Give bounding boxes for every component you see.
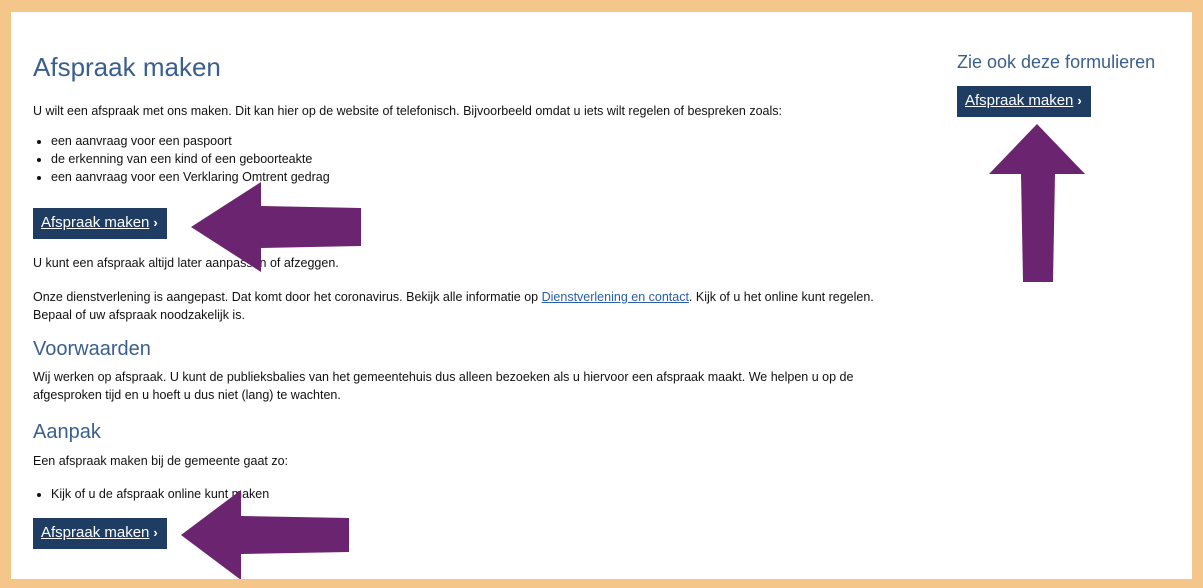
- approach-text: Een afspraak maken bij de gemeente gaat …: [33, 454, 289, 468]
- service-text-before: Onze dienstverlening is aangepast. Dat k…: [33, 290, 542, 304]
- sidebar-afspraak-maken-button[interactable]: Afspraak maken ›: [957, 86, 1091, 117]
- afspraak-maken-button-bottom[interactable]: Afspraak maken ›: [33, 518, 167, 549]
- left-arrow-icon: [181, 490, 349, 579]
- conditions-text: Wij werken op afspraak. U kunt de publie…: [33, 370, 854, 402]
- intro-text: U wilt een afspraak met ons maken. Dit k…: [33, 104, 783, 118]
- page-title: Afspraak maken: [33, 52, 221, 82]
- content-panel: Afspraak maken U wilt een afspraak met o…: [11, 12, 1192, 579]
- approach-heading: Aanpak: [33, 421, 101, 443]
- conditions-heading: Voorwaarden: [33, 338, 151, 360]
- chevron-right-icon: ›: [153, 525, 158, 540]
- button-label: Afspraak maken: [41, 524, 150, 541]
- dienstverlening-link[interactable]: Dienstverlening en contact: [542, 290, 689, 304]
- chevron-right-icon: ›: [153, 215, 158, 230]
- button-label: Afspraak maken: [965, 92, 1074, 109]
- up-arrow-icon: [989, 124, 1085, 282]
- list-item: een aanvraag voor een paspoort: [51, 132, 330, 150]
- chevron-right-icon: ›: [1077, 93, 1082, 108]
- left-arrow-icon: [191, 182, 361, 272]
- service-text: Onze dienstverlening is aangepast. Dat k…: [33, 288, 893, 324]
- sidebar-title: Zie ook deze formulieren: [957, 52, 1156, 72]
- afspraak-maken-button[interactable]: Afspraak maken ›: [33, 208, 167, 239]
- button-label: Afspraak maken: [41, 214, 150, 231]
- list-item: de erkenning van een kind of een geboort…: [51, 150, 330, 168]
- examples-list: een aanvraag voor een paspoort de erkenn…: [33, 132, 330, 186]
